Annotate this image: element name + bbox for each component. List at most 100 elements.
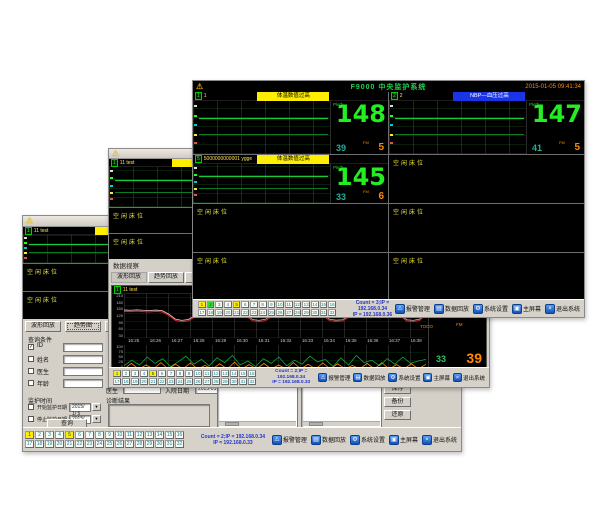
calendar-day-cell[interactable]: 24 bbox=[259, 309, 267, 316]
calendar-day-cell[interactable]: 8 bbox=[95, 431, 104, 439]
statusbar-button-bell[interactable]: ⚠报警管理 bbox=[395, 304, 430, 314]
start-date-checkbox[interactable] bbox=[28, 404, 34, 410]
bed-panel[interactable]: 11体温数值过高Pleth14839FM5 bbox=[193, 92, 388, 154]
statusbar-button-monitor[interactable]: ▣主屏幕 bbox=[423, 373, 450, 382]
diagnosis-textarea[interactable] bbox=[108, 404, 210, 427]
calendar-day-cell[interactable]: 15 bbox=[239, 370, 247, 377]
calendar-day-cell[interactable]: 21 bbox=[149, 378, 157, 385]
calendar-day-cell[interactable]: 7 bbox=[250, 301, 258, 308]
criteria-input-医生[interactable] bbox=[63, 367, 103, 376]
calendar-day-cell[interactable]: 2 bbox=[122, 370, 130, 377]
statusbar-button-gear[interactable]: ⚙系统设置 bbox=[388, 373, 420, 382]
criteria-input-姓名[interactable] bbox=[63, 355, 103, 364]
criteria-input-ID[interactable] bbox=[63, 343, 103, 352]
calendar-day-cell[interactable]: 27 bbox=[285, 309, 293, 316]
calendar-day-cell[interactable]: 14 bbox=[155, 431, 164, 439]
side-button-1[interactable]: 备份 bbox=[384, 397, 411, 407]
calendar-day-cell[interactable]: 25 bbox=[268, 309, 276, 316]
calendar-day-cell[interactable]: 26 bbox=[115, 440, 124, 448]
statusbar-button-document[interactable]: ▤数据回放 bbox=[434, 304, 469, 314]
calendar-day-cell[interactable]: 14 bbox=[311, 301, 319, 308]
bed-panel[interactable]: 22NBP—血压过高Pleth14741FM5 bbox=[389, 92, 584, 154]
calendar-day-cell[interactable]: 21 bbox=[65, 440, 74, 448]
calendar-day-cell[interactable]: 19 bbox=[131, 378, 139, 385]
calendar-day-cell[interactable]: 30 bbox=[155, 440, 164, 448]
calendar-day-cell[interactable]: 30 bbox=[230, 378, 238, 385]
statusbar-button-gear[interactable]: ⚙系统设置 bbox=[473, 304, 508, 314]
calendar-day-cell[interactable]: 9 bbox=[105, 431, 114, 439]
calendar-day-cell[interactable]: 1 bbox=[198, 301, 206, 308]
calendar-day-cell[interactable]: 19 bbox=[215, 309, 223, 316]
tab-trend-replay[interactable]: 趋势回放 bbox=[148, 272, 184, 283]
calendar-day-cell[interactable]: 6 bbox=[75, 431, 84, 439]
calendar-day-cell[interactable]: 20 bbox=[140, 378, 148, 385]
calendar-day-cell[interactable]: 30 bbox=[311, 309, 319, 316]
calendar-day-cell[interactable]: 26 bbox=[276, 309, 284, 316]
calendar-day-cell[interactable]: 10 bbox=[276, 301, 284, 308]
calendar-day-cell[interactable]: 21 bbox=[233, 309, 241, 316]
calendar-day-cell[interactable]: 6 bbox=[158, 370, 166, 377]
calendar-day-cell[interactable]: 1 bbox=[25, 431, 34, 439]
calendar-day-cell[interactable]: 23 bbox=[167, 378, 175, 385]
result-list-1[interactable] bbox=[217, 385, 298, 428]
side-button-2[interactable]: 还原 bbox=[384, 410, 411, 420]
calendar-day-cell[interactable]: 32 bbox=[175, 440, 184, 448]
calendar-day-cell[interactable]: 9 bbox=[268, 301, 276, 308]
calendar-day-cell[interactable]: 17 bbox=[25, 440, 34, 448]
calendar-day-cell[interactable]: 3 bbox=[45, 431, 54, 439]
calendar-day-cell[interactable]: 31 bbox=[239, 378, 247, 385]
calendar-day-cell[interactable]: 6 bbox=[241, 301, 249, 308]
calendar-day-cell[interactable]: 15 bbox=[320, 301, 328, 308]
calendar-day-cell[interactable]: 32 bbox=[328, 309, 336, 316]
calendar-day-cell[interactable]: 28 bbox=[135, 440, 144, 448]
calendar-day-cell[interactable]: 4 bbox=[55, 431, 64, 439]
calendar-day-cell[interactable]: 29 bbox=[302, 309, 310, 316]
calendar-day-cell[interactable]: 18 bbox=[207, 309, 215, 316]
calendar-day-cell[interactable]: 8 bbox=[259, 301, 267, 308]
statusbar-button-document[interactable]: ▤数据回放 bbox=[311, 435, 346, 445]
result-list-2-scrollbar[interactable] bbox=[303, 421, 380, 426]
result-list-1-scrollbar[interactable] bbox=[219, 421, 296, 426]
calendar-day-cell[interactable]: 14 bbox=[230, 370, 238, 377]
calendar-day-cell[interactable]: 16 bbox=[248, 370, 256, 377]
calendar-day-cell[interactable]: 11 bbox=[125, 431, 134, 439]
calendar-day-cell[interactable]: 1 bbox=[113, 370, 121, 377]
calendar-day-cell[interactable]: 10 bbox=[115, 431, 124, 439]
calendar-day-cell[interactable]: 4 bbox=[224, 301, 232, 308]
calendar-day-cell[interactable]: 22 bbox=[241, 309, 249, 316]
calendar-day-cell[interactable]: 2 bbox=[207, 301, 215, 308]
calendar-day-cell[interactable]: 3 bbox=[131, 370, 139, 377]
criteria-input-年龄[interactable] bbox=[63, 379, 103, 388]
bed-panel[interactable]: 55000000000001 ygge体温数值过高Pleth14533FM6 bbox=[193, 155, 388, 203]
calendar-day-cell[interactable]: 13 bbox=[302, 301, 310, 308]
statusbar-button-close[interactable]: ×退出系统 bbox=[422, 435, 457, 445]
statusbar-button-monitor[interactable]: ▣主屏幕 bbox=[512, 304, 541, 314]
calendar-day-cell[interactable]: 3 bbox=[215, 301, 223, 308]
calendar-day-cell[interactable]: 17 bbox=[198, 309, 206, 316]
calendar-day-cell[interactable]: 32 bbox=[248, 378, 256, 385]
calendar-day-cell[interactable]: 25 bbox=[105, 440, 114, 448]
calendar-day-cell[interactable]: 9 bbox=[185, 370, 193, 377]
calendar-day-cell[interactable]: 11 bbox=[285, 301, 293, 308]
calendar-day-cell[interactable]: 31 bbox=[320, 309, 328, 316]
stop-date-checkbox[interactable] bbox=[28, 416, 34, 422]
calendar-day-cell[interactable]: 16 bbox=[328, 301, 336, 308]
calendar-day-cell[interactable]: 18 bbox=[35, 440, 44, 448]
tab-waveform-replay[interactable]: 波形回放 bbox=[25, 321, 61, 332]
scrollbar-thumb[interactable] bbox=[309, 422, 323, 426]
calendar-day-cell[interactable]: 27 bbox=[203, 378, 211, 385]
criteria-checkbox-姓名[interactable] bbox=[28, 356, 34, 362]
calendar-day-cell[interactable]: 23 bbox=[250, 309, 258, 316]
calendar-day-cell[interactable]: 5 bbox=[65, 431, 74, 439]
main-titlebar[interactable]: ⚠ F9000 中央监护系统 2015-01-05 09:41:34 bbox=[193, 81, 584, 92]
tab-trend-replay[interactable]: 趋势图 bbox=[65, 321, 101, 332]
calendar-day-cell[interactable]: 22 bbox=[158, 378, 166, 385]
calendar-day-cell[interactable]: 2 bbox=[35, 431, 44, 439]
calendar-day-cell[interactable]: 29 bbox=[145, 440, 154, 448]
calendar-day-cell[interactable]: 4 bbox=[140, 370, 148, 377]
calendar-day-cell[interactable]: 29 bbox=[221, 378, 229, 385]
calendar-day-cell[interactable]: 17 bbox=[113, 378, 121, 385]
calendar-day-cell[interactable]: 26 bbox=[194, 378, 202, 385]
calendar-day-cell[interactable]: 23 bbox=[85, 440, 94, 448]
criteria-checkbox-年龄[interactable] bbox=[28, 380, 34, 386]
